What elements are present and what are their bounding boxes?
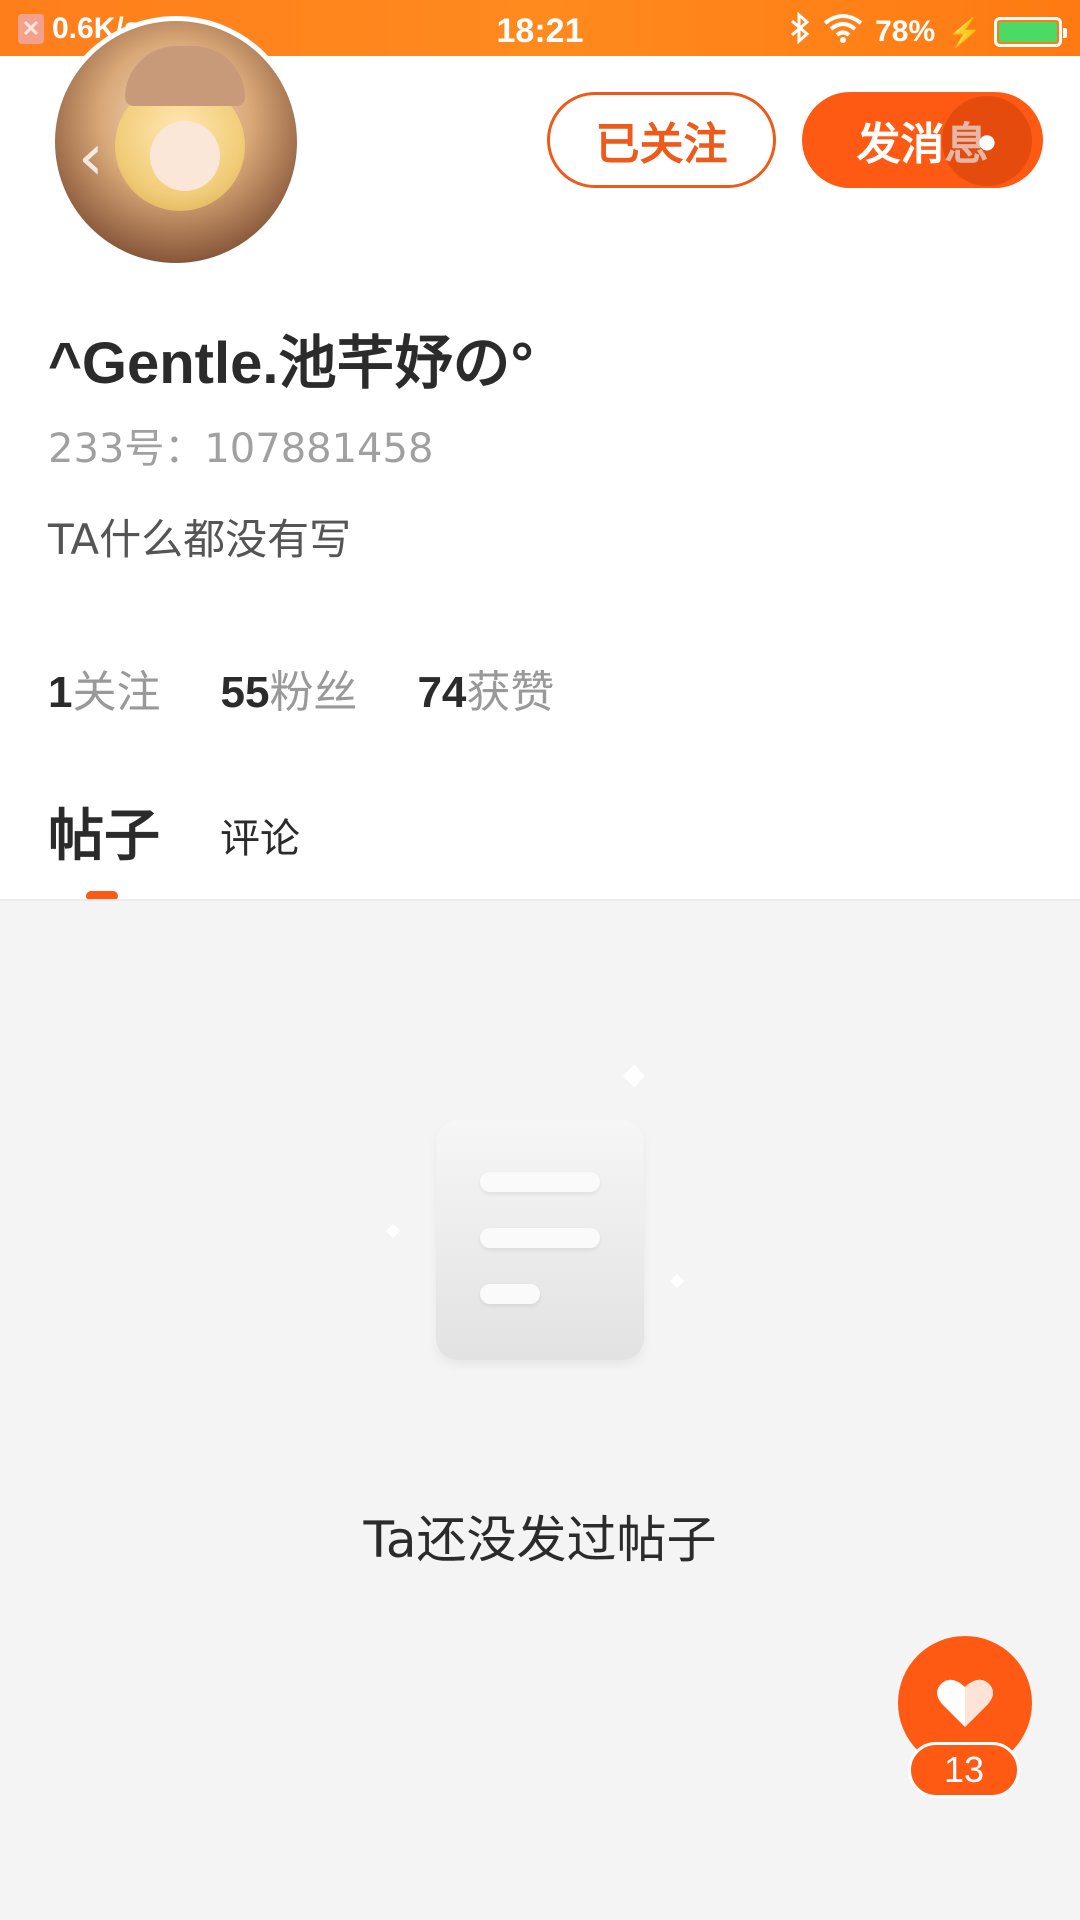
username: ^Gentle.池芊妤の° — [48, 331, 534, 396]
battery-percent: 78% — [875, 15, 936, 48]
stat-fans[interactable]: 55粉丝 — [220, 656, 357, 720]
empty-state-message: Ta还没发过帖子 — [363, 1511, 717, 1569]
stat-value: 55 — [220, 668, 270, 717]
bluetooth-icon — [789, 11, 811, 52]
charging-icon: ⚡ — [947, 16, 982, 48]
stat-value: 74 — [417, 668, 467, 717]
status-right: 78% ⚡ — [789, 11, 1067, 52]
stat-label: 关注 — [72, 667, 161, 718]
tab-bar: 帖子 评论 — [48, 791, 300, 872]
stats-row: 1关注 55粉丝 74获赞 — [48, 656, 554, 720]
battery-icon — [994, 17, 1067, 47]
sparkle-icon — [669, 1273, 685, 1289]
avatar-face — [150, 121, 220, 191]
stat-following[interactable]: 1关注 — [48, 656, 160, 720]
tab-comments[interactable]: 评论 — [220, 806, 300, 872]
stat-value: 1 — [48, 668, 73, 717]
more-options-icon[interactable]: ● — [942, 96, 1032, 186]
avatar-hat — [125, 46, 245, 106]
empty-document-icon — [436, 1120, 644, 1360]
sparkle-icon — [622, 1064, 646, 1088]
divider — [0, 899, 1080, 901]
profile-header: ‹ 已关注 发消息 ● ^Gentle.池芊妤の° 233号：107881458… — [0, 16, 1080, 901]
bio: TA什么都没有写 — [48, 515, 352, 564]
like-count-badge: 13 — [908, 1742, 1020, 1798]
back-arrow-icon[interactable]: ‹ — [78, 126, 104, 190]
heart-icon — [937, 1679, 993, 1727]
sparkle-icon — [385, 1223, 401, 1239]
stat-likes[interactable]: 74获赞 — [417, 656, 554, 720]
wifi-icon — [823, 13, 863, 51]
followed-button[interactable]: 已关注 — [547, 92, 776, 188]
stat-label: 粉丝 — [269, 667, 358, 718]
user-id: 233号：107881458 — [48, 426, 434, 472]
tab-posts[interactable]: 帖子 — [48, 791, 160, 872]
stat-label: 获赞 — [466, 667, 555, 718]
